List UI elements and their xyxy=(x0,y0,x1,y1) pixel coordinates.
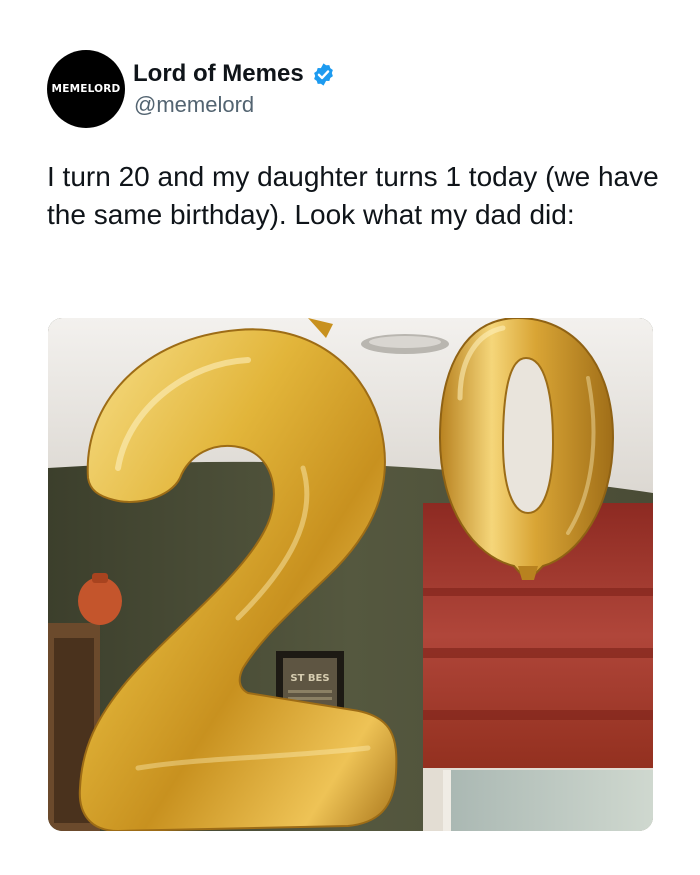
tweet-card: MEMELORD Lord of Memes @memelord I turn … xyxy=(0,0,700,875)
avatar-logo-text: MEMELORD xyxy=(51,83,121,95)
verified-badge-icon[interactable] xyxy=(311,62,336,87)
avatar[interactable]: MEMELORD xyxy=(47,50,125,128)
balloon-photo-illustration: ST BES xyxy=(48,318,653,831)
author-name-row: Lord of Memes xyxy=(133,57,336,91)
svg-text:ST BES: ST BES xyxy=(290,673,329,684)
author-display-name[interactable]: Lord of Memes xyxy=(133,60,304,88)
tweet-photo[interactable]: ST BES xyxy=(48,318,653,831)
author-handle[interactable]: @memelord xyxy=(134,92,254,118)
tweet-text: I turn 20 and my daughter turns 1 today … xyxy=(47,161,659,230)
